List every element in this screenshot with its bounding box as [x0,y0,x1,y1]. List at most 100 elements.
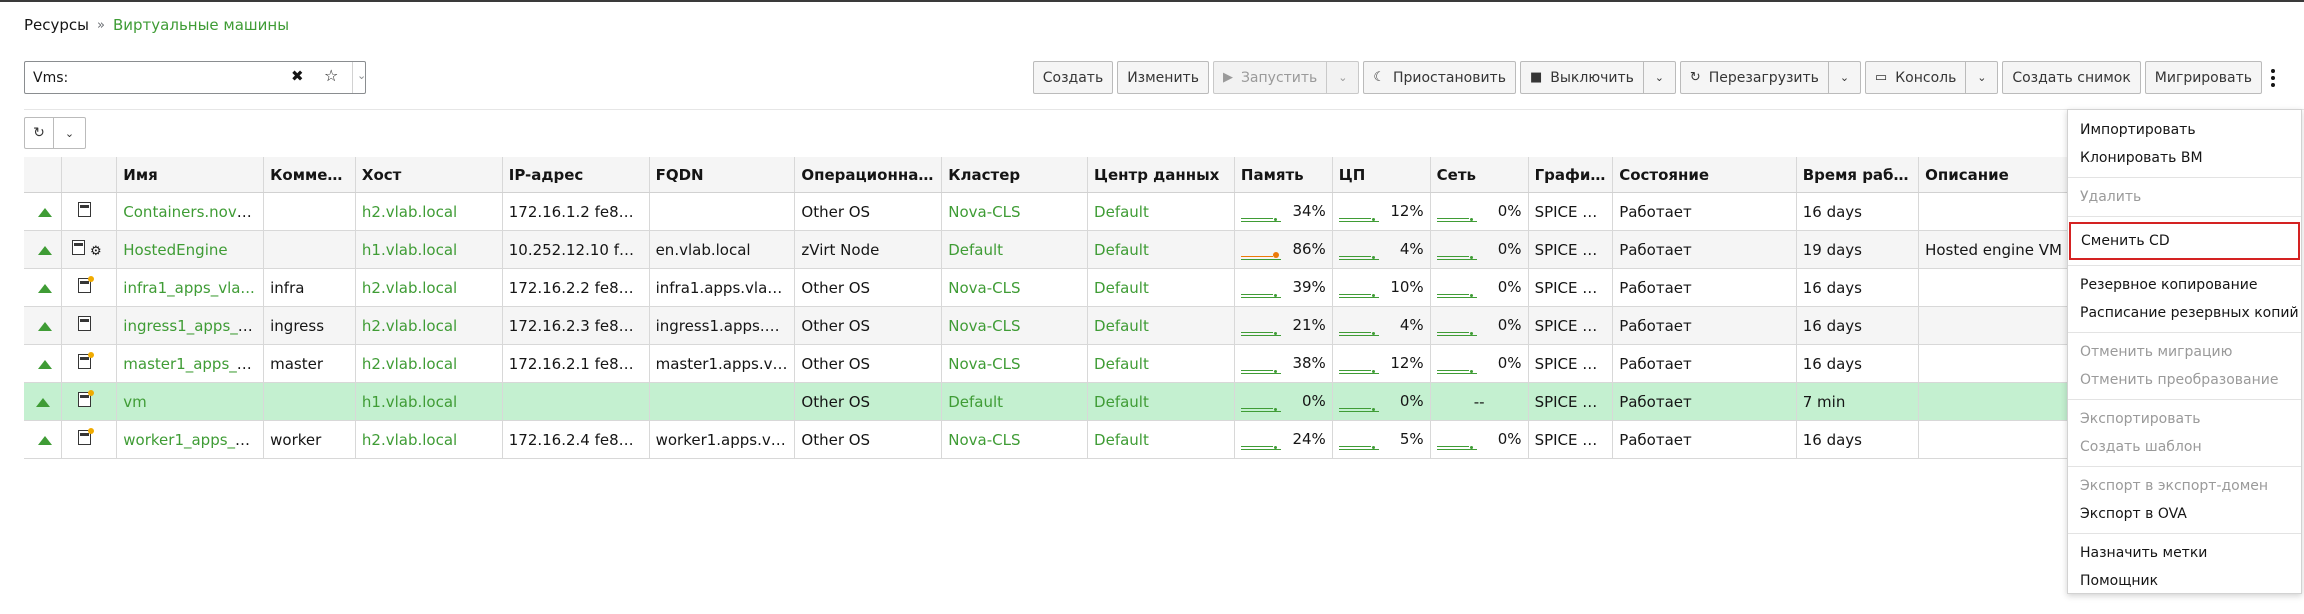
table-row[interactable]: Containers.nova... h2.vlab.local 172.16.… [24,192,2089,231]
column-header-host[interactable]: Хост [354,157,503,193]
menu-item-clone[interactable]: Клонировать ВМ [2068,144,2301,172]
vm-name-link[interactable]: Containers.nova... [123,203,260,221]
menu-item-change-cd[interactable]: Сменить CD [2069,222,2300,260]
clear-icon[interactable]: ✖ [291,67,304,85]
suspend-button[interactable]: ☾ Приостановить [1363,61,1516,94]
menu-item-create-template[interactable]: Создать шаблон [2068,433,2301,461]
refresh-button[interactable]: ↻ [24,117,54,149]
column-header-comment[interactable]: Коммен... [263,157,356,193]
vm-cluster-link[interactable]: Default [948,241,1003,259]
column-header-uptime[interactable]: Время рабо... [1795,157,1919,193]
vm-datacenter-link[interactable]: Default [1094,431,1149,449]
menu-item-assign-tags[interactable]: Назначить метки [2068,539,2301,567]
vm-datacenter-link[interactable]: Default [1094,317,1149,335]
vm-cluster-link[interactable]: Nova-CLS [948,203,1020,221]
vm-os: Other OS [794,382,942,421]
shutdown-button[interactable]: ■ Выключить [1519,61,1644,94]
column-header-ip[interactable]: IP-адрес [501,157,650,193]
breadcrumb-root[interactable]: Ресурсы [24,16,89,34]
column-header-os[interactable]: Операционная... [794,157,942,193]
kebab-icon[interactable] [2268,61,2278,94]
shutdown-dropdown-button[interactable]: ⌄ [1643,61,1676,94]
menu-item-export-domain[interactable]: Экспорт в экспорт-домен [2068,472,2301,500]
shutdown-split: ■ Выключить ⌄ [1519,61,1676,94]
menu-item-cancel-migration[interactable]: Отменить миграцию [2068,338,2301,366]
vm-datacenter-link[interactable]: Default [1094,279,1149,297]
search-dropdown-button[interactable]: ⌄ [352,62,372,93]
vm-cluster-link[interactable]: Nova-CLS [948,317,1020,335]
console-label: Консоль [1895,69,1957,86]
table-row[interactable]: infra1_apps_vla... infra h2.vlab.local 1… [24,268,2089,307]
vm-cluster-link[interactable]: Nova-CLS [948,279,1020,297]
column-header-graphics[interactable]: Графика [1527,157,1613,193]
vm-host-link[interactable]: h2.vlab.local [362,431,457,449]
create-button[interactable]: Создать [1032,61,1114,94]
vm-state: Работает [1612,230,1797,269]
menu-item-export-ova[interactable]: Экспорт в OVA [2068,500,2301,528]
menu-item-backup[interactable]: Резервное копирование [2068,271,2301,299]
vm-fqdn: infra1.apps.vlab.... [648,268,795,307]
refresh-dropdown-button[interactable]: ⌄ [54,117,86,149]
vm-host-link[interactable]: h1.vlab.local [362,241,457,259]
breadcrumb: Ресурсы » Виртуальные машины [24,16,289,34]
table-row[interactable]: ingress1_apps_v... ingress h2.vlab.local… [24,306,2089,345]
column-header-network[interactable]: Сеть [1429,157,1529,193]
vm-cluster-link[interactable]: Nova-CLS [948,431,1020,449]
run-button[interactable]: ▶ Запустить [1212,61,1328,94]
column-header-fqdn[interactable]: FQDN [648,157,795,193]
console-dropdown-button[interactable]: ⌄ [1966,61,1999,94]
vm-name-link[interactable]: ingress1_apps_v... [123,317,260,335]
menu-item-import[interactable]: Импортировать [2068,116,2301,144]
vm-cluster-link[interactable]: Default [948,393,1003,411]
vm-host-link[interactable]: h1.vlab.local [362,393,457,411]
edit-button[interactable]: Изменить [1117,61,1209,94]
column-header-description[interactable]: Описание [1918,157,2089,193]
table-row-selected[interactable]: vm h1.vlab.local Other OS Default Defaul… [24,382,2089,421]
column-header-name[interactable]: Имя [116,157,264,193]
menu-item-assistant[interactable]: Помощник [2068,567,2301,595]
vm-name-link[interactable]: HostedEngine [123,241,227,259]
table-row[interactable]: ⚙ HostedEngine h1.vlab.local 10.252.12.1… [24,230,2089,269]
vm-os: Other OS [794,192,942,231]
bookmark-star-icon[interactable]: ☆ [324,66,338,85]
column-header-cpu[interactable]: ЦП [1331,157,1431,193]
vm-uptime: 16 days [1795,344,1919,383]
vm-name-link[interactable]: master1_apps_v... [123,355,259,373]
table-row[interactable]: worker1_apps_vl... worker h2.vlab.local … [24,420,2089,459]
column-header-cluster[interactable]: Кластер [941,157,1088,193]
vm-datacenter-link[interactable]: Default [1094,393,1149,411]
monitor-icon: ▭ [1874,70,1888,85]
vm-host-link[interactable]: h2.vlab.local [362,317,457,335]
table-row[interactable]: master1_apps_v... master h2.vlab.local 1… [24,344,2089,383]
menu-item-delete[interactable]: Удалить [2068,183,2301,211]
vm-name-link[interactable]: infra1_apps_vla... [123,279,254,297]
vm-host-link[interactable]: h2.vlab.local [362,203,457,221]
vm-host-link[interactable]: h2.vlab.local [362,355,457,373]
console-button[interactable]: ▭ Консоль [1864,61,1967,94]
column-header-datacenter[interactable]: Центр данных [1087,157,1235,193]
vm-cluster-link[interactable]: Nova-CLS [948,355,1020,373]
menu-item-backup-schedule[interactable]: Расписание резервных копий [2068,299,2301,327]
chevron-down-icon: ⌄ [1839,71,1850,84]
column-header-memory[interactable]: Память [1233,157,1333,193]
create-snapshot-button[interactable]: Создать снимок [2002,61,2141,94]
menu-item-export[interactable]: Экспортировать [2068,405,2301,433]
search-input[interactable] [31,66,285,90]
vm-datacenter-link[interactable]: Default [1094,355,1149,373]
breadcrumb-current[interactable]: Виртуальные машины [113,16,289,34]
column-header-state[interactable]: Состояние [1612,157,1797,193]
vm-name-link[interactable]: vm [123,393,147,411]
vm-graphics: SPICE + ... [1527,268,1613,307]
menu-item-cancel-conversion[interactable]: Отменить преобразование [2068,366,2301,394]
reboot-dropdown-button[interactable]: ⌄ [1828,61,1861,94]
migrate-button[interactable]: Мигрировать [2144,61,2262,94]
vm-datacenter-link[interactable]: Default [1094,241,1149,259]
vm-type-icon [78,428,95,445]
reboot-button[interactable]: ↻ Перезагрузить [1679,61,1829,94]
memory-percent: 38% [1292,354,1326,372]
run-dropdown-button[interactable]: ⌄ [1327,61,1360,94]
vm-comment [263,382,356,421]
vm-name-link[interactable]: worker1_apps_vl... [123,431,262,449]
vm-host-link[interactable]: h2.vlab.local [362,279,457,297]
vm-datacenter-link[interactable]: Default [1094,203,1149,221]
